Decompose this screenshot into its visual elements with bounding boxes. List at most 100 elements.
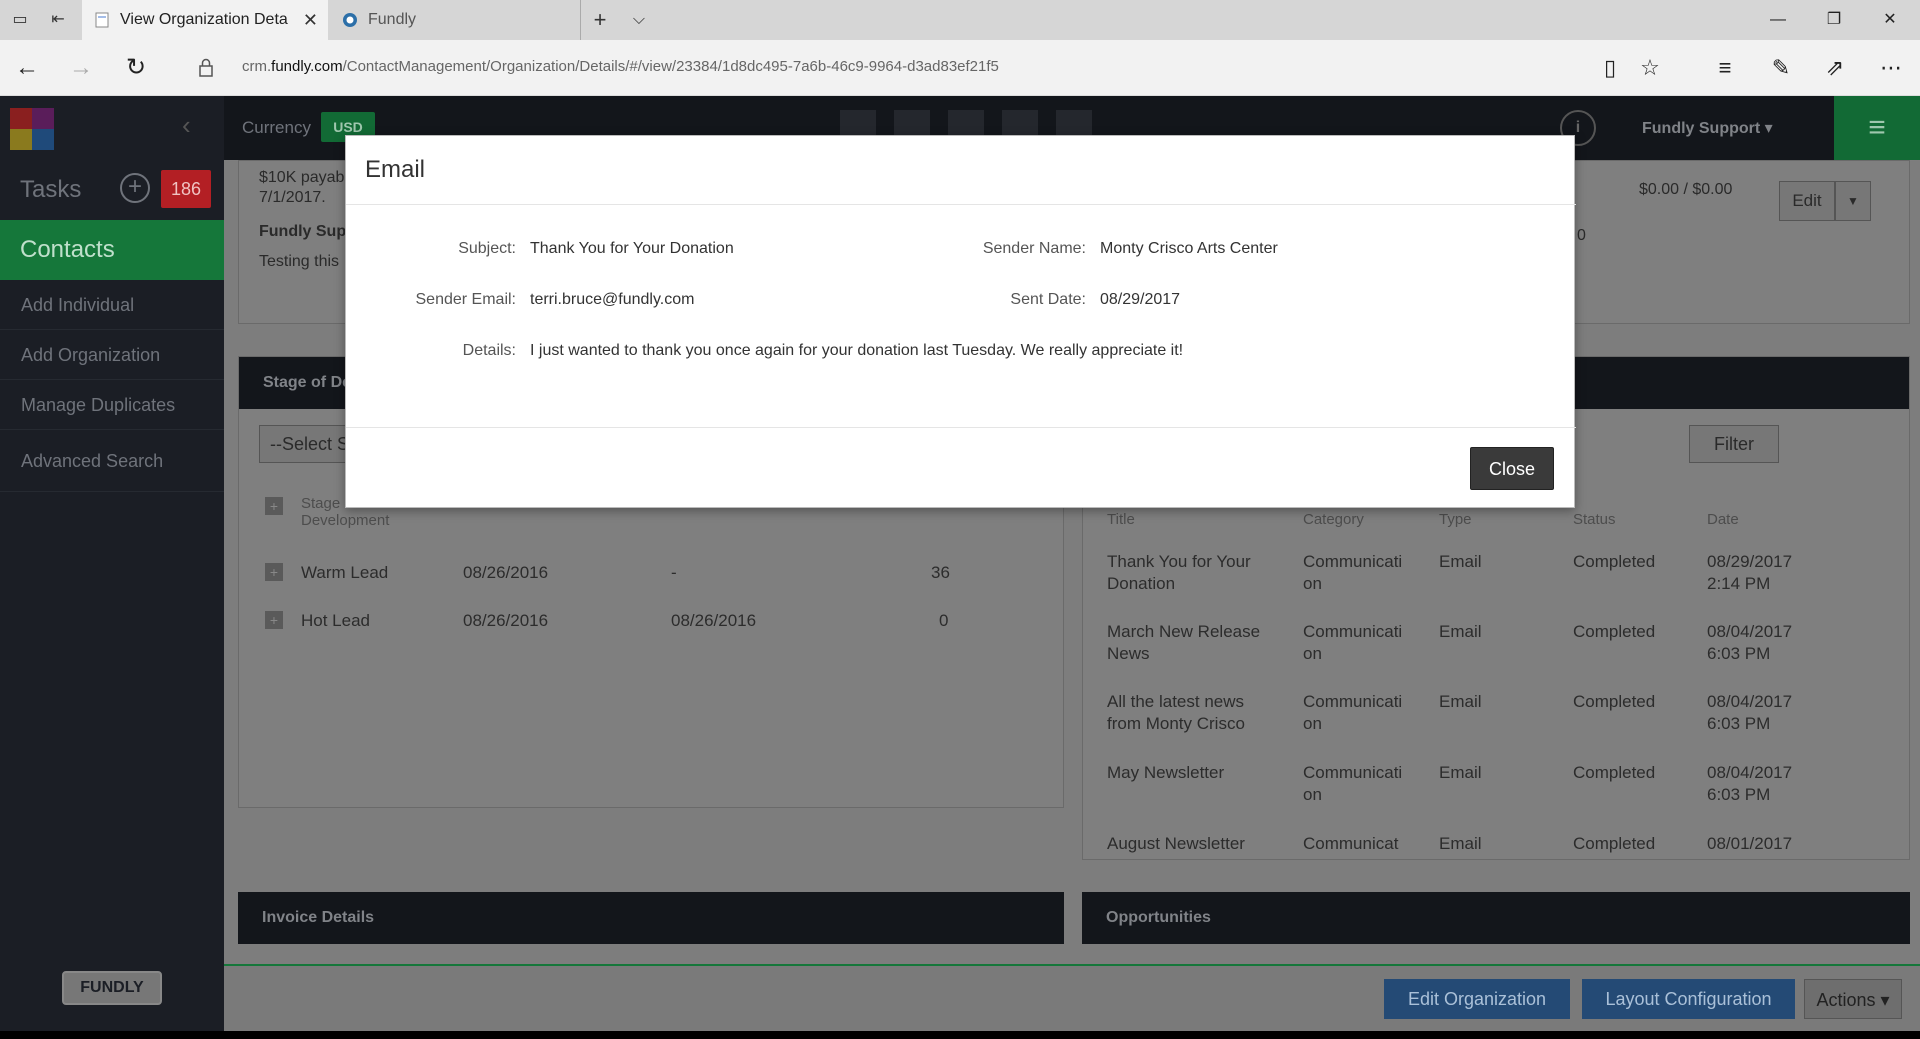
sender-email-value: terri.bruce@fundly.com xyxy=(530,291,695,308)
browser-tab-bar: ▭ ⇤ View Organization Deta ✕ Fundly + ⌵ … xyxy=(0,0,1920,40)
add-task-icon[interactable]: + xyxy=(120,173,150,203)
tab-manager-icon[interactable]: ▭ xyxy=(8,8,32,32)
row-4-status: Completed xyxy=(1573,763,1656,782)
edit-button[interactable]: Edit xyxy=(1779,181,1835,221)
row-3-status: Completed xyxy=(1573,692,1656,711)
sidebar-item-contacts[interactable]: Contacts xyxy=(0,220,224,280)
close-button[interactable]: Close xyxy=(1470,447,1554,490)
invoice-panel-header: Invoice Details xyxy=(238,892,1064,944)
maximize-icon[interactable]: ❐ xyxy=(1806,0,1862,40)
tab-view-organization[interactable]: View Organization Deta ✕ xyxy=(82,0,328,40)
minimize-icon[interactable]: — xyxy=(1750,0,1806,40)
row-3-category: Communication xyxy=(1303,692,1403,733)
row-2-title: March New Release News xyxy=(1107,622,1261,663)
tab-fundly[interactable]: Fundly xyxy=(330,0,580,40)
note-line-1: $10K payab xyxy=(259,169,345,186)
expand-row-icon[interactable]: + xyxy=(265,611,283,629)
col-date: Date xyxy=(1707,511,1739,528)
os-taskbar xyxy=(0,1031,1920,1039)
share-icon[interactable]: ⇗ xyxy=(1820,54,1850,84)
fundly-footer-logo: FUNDLY xyxy=(62,971,162,1005)
filter-button[interactable]: Filter xyxy=(1689,425,1779,463)
row-2-category: Communication xyxy=(1303,622,1403,663)
hub-icon[interactable]: ≡ xyxy=(1710,54,1740,84)
row-5-category: Communicat xyxy=(1303,834,1399,853)
col-type: Type xyxy=(1439,511,1472,528)
details-value: I just wanted to thank you once again fo… xyxy=(530,342,1184,359)
app-logo[interactable] xyxy=(10,108,54,150)
stage-row-hot-end: 08/26/2016 xyxy=(671,611,757,630)
collapse-sidebar-icon[interactable]: ‹ xyxy=(182,110,191,141)
summary-amount: $0.00 / $0.00 xyxy=(1639,181,1733,198)
subject-label: Subject: xyxy=(458,240,516,257)
page-favicon-icon xyxy=(95,12,109,28)
note-author: Fundly Sup xyxy=(259,223,347,240)
row-4-title: May Newsletter xyxy=(1107,763,1225,782)
summary-amount-2: 0 xyxy=(1577,227,1586,244)
edit-dropdown-icon[interactable]: ▼ xyxy=(1835,181,1871,221)
address-bar: ← → ↻ crm.fundly.com/ContactManagement/O… xyxy=(0,40,1920,96)
url-field[interactable]: crm.fundly.com/ContactManagement/Organiz… xyxy=(242,58,999,75)
sidebar-item-add-organization[interactable]: Add Organization xyxy=(0,330,224,380)
close-window-icon[interactable]: ✕ xyxy=(1862,0,1918,40)
tab-list-chevron-icon[interactable]: ⌵ xyxy=(627,8,651,32)
forward-icon[interactable]: → xyxy=(66,54,96,84)
user-menu[interactable]: Fundly Support ▾ xyxy=(1642,118,1773,138)
row-5-title: August Newsletter xyxy=(1107,834,1245,853)
reading-view-icon[interactable]: ▯ xyxy=(1595,54,1625,84)
stage-row-warm-count: 36 xyxy=(931,563,950,582)
row-5-date: 08/01/2017 xyxy=(1707,834,1793,853)
modal-footer xyxy=(346,427,1576,509)
refresh-icon[interactable]: ↻ xyxy=(121,54,151,84)
web-note-icon[interactable]: ✎ xyxy=(1766,54,1796,84)
row-3-date: 08/04/2017 6:03 PM xyxy=(1707,692,1793,733)
sent-date-value: 08/29/2017 xyxy=(1100,291,1181,308)
tab-title: Fundly xyxy=(368,11,417,28)
edit-organization-button[interactable]: Edit Organization xyxy=(1384,979,1570,1019)
modal-title: Email xyxy=(365,156,426,183)
expand-row-icon[interactable]: + xyxy=(265,563,283,581)
col-status: Status xyxy=(1573,511,1616,528)
actions-button[interactable]: Actions ▾ xyxy=(1804,979,1902,1019)
fundly-favicon-icon xyxy=(343,13,357,27)
favorite-star-icon[interactable]: ☆ xyxy=(1635,54,1665,84)
sent-date-label: Sent Date: xyxy=(1010,291,1086,308)
col-title: Title xyxy=(1107,511,1135,528)
stage-row-warm-start: 08/26/2016 xyxy=(463,563,549,582)
back-icon[interactable]: ← xyxy=(12,54,42,84)
currency-label: Currency xyxy=(242,118,311,137)
sender-name-value: Monty Crisco Arts Center xyxy=(1100,240,1278,257)
sidebar-item-manage-duplicates[interactable]: Manage Duplicates xyxy=(0,380,224,430)
expand-row-icon[interactable]: + xyxy=(265,497,283,515)
email-modal: Email Subject: Thank You for Your Donati… xyxy=(345,135,1576,509)
row-4-category: Communication xyxy=(1303,763,1403,804)
stage-row-warm: Warm Lead xyxy=(301,563,389,582)
sidebar-item-advanced-search[interactable]: Advanced Search xyxy=(0,430,224,492)
row-2-status: Completed xyxy=(1573,622,1656,641)
tab-separator xyxy=(580,0,581,40)
stage-row-hot-count: 0 xyxy=(939,611,949,630)
row-2-date: 08/04/2017 6:03 PM xyxy=(1707,622,1793,663)
col-category: Category xyxy=(1303,511,1364,528)
tasks-label: Tasks xyxy=(20,176,82,203)
tab-title: View Organization Deta xyxy=(120,11,288,28)
sidebar-item-add-individual[interactable]: Add Individual xyxy=(0,280,224,330)
layout-configuration-button[interactable]: Layout Configuration xyxy=(1582,979,1795,1019)
details-label: Details: xyxy=(462,342,516,359)
subject-value: Thank You for Your Donation xyxy=(530,240,734,257)
note-line-2: 7/1/2017. xyxy=(259,189,326,206)
close-tab-icon[interactable]: ✕ xyxy=(303,0,318,40)
row-1-status: Completed xyxy=(1573,552,1656,571)
new-tab-icon[interactable]: + xyxy=(588,8,612,32)
row-3-title: All the latest news from Monty Crisco xyxy=(1107,692,1245,733)
row-5-type: Email xyxy=(1439,834,1482,853)
modal-header: Email xyxy=(346,136,1576,205)
tasks-count-badge[interactable]: 186 xyxy=(161,170,211,208)
row-3-type: Email xyxy=(1439,692,1482,711)
hamburger-menu-icon[interactable]: ≡ xyxy=(1834,96,1920,160)
sender-email-label: Sender Email: xyxy=(415,291,517,308)
sidebar: ‹ Tasks + 186 Contacts Add Individual Ad… xyxy=(0,96,224,1031)
set-tabs-aside-icon[interactable]: ⇤ xyxy=(46,8,70,32)
stage-row-warm-end: - xyxy=(671,563,677,582)
more-icon[interactable]: ⋯ xyxy=(1876,54,1906,84)
